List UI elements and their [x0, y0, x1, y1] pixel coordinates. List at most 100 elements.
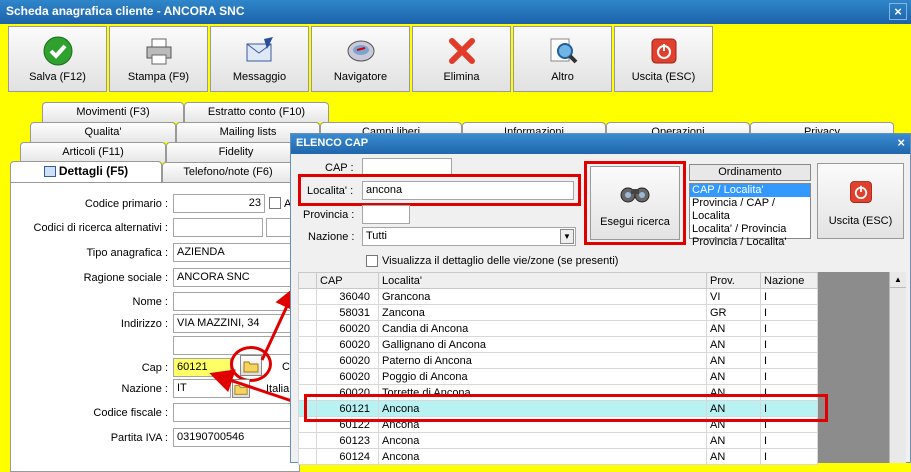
dialog-close-icon[interactable]: ×: [897, 135, 905, 150]
tipo-label: Tipo anagrafica :: [86, 247, 168, 259]
cell-cap: 60020: [316, 320, 379, 337]
search-button[interactable]: Esegui ricerca: [590, 166, 680, 240]
table-row[interactable]: 60020 Torrette di Ancona AN I: [298, 384, 818, 401]
tab-estratto-conto[interactable]: Estratto conto (F10): [184, 102, 329, 122]
grid-header-localita[interactable]: Localita': [378, 272, 707, 289]
dialog-exit-label: Uscita (ESC): [828, 215, 893, 227]
codice-primario-field[interactable]: 23: [173, 194, 265, 213]
codici-alt-field-1[interactable]: [173, 218, 263, 237]
table-row[interactable]: 36040 Grancona VI I: [298, 288, 818, 305]
dialog-nazione-value: Tutti: [366, 230, 387, 242]
table-row[interactable]: 60020 Paterno di Ancona AN I: [298, 352, 818, 369]
ordinamento-option[interactable]: CAP / Localita': [690, 184, 810, 197]
ordinamento-option[interactable]: Provincia / Localita': [690, 236, 810, 249]
chevron-down-icon[interactable]: ▼: [560, 229, 574, 244]
nome-field[interactable]: [173, 292, 292, 311]
cell-prov: AN: [706, 400, 761, 417]
cell-cap: 60124: [316, 448, 379, 465]
table-row[interactable]: 60124 Ancona AN I: [298, 448, 818, 465]
vie-zone-checkbox[interactable]: [366, 255, 378, 267]
grid-header-nazione[interactable]: Nazione: [760, 272, 818, 289]
vie-zone-label: Visualizza il dettaglio delle vie/zone (…: [382, 255, 619, 267]
ordinamento-option[interactable]: Provincia / CAP / Localita: [690, 197, 810, 223]
cell-nazione: I: [760, 288, 818, 305]
table-row[interactable]: 60122 Ancona AN I: [298, 416, 818, 433]
grid-indicator-header: [298, 272, 317, 289]
nome-label: Nome :: [132, 296, 168, 308]
message-button[interactable]: Messaggio: [210, 26, 309, 92]
codice-fiscale-label: Codice fiscale :: [93, 407, 168, 419]
cell-localita: Ancona: [378, 448, 707, 465]
save-label: Salva (F12): [29, 71, 86, 83]
delete-button[interactable]: Elimina: [412, 26, 511, 92]
cap-field[interactable]: 60121: [173, 358, 231, 377]
close-icon[interactable]: ×: [889, 3, 907, 20]
dialog-title: ELENCO CAP: [296, 137, 369, 149]
grid-scrollbar[interactable]: ▲: [889, 272, 906, 463]
nazione-lookup-button[interactable]: [232, 379, 250, 398]
tab-qualita[interactable]: Qualita': [30, 122, 176, 142]
cell-localita: Poggio di Ancona: [378, 368, 707, 385]
a-checkbox[interactable]: [269, 197, 281, 209]
nazione-field[interactable]: IT: [173, 379, 231, 398]
ordinamento-list[interactable]: CAP / Localita' Provincia / CAP / Locali…: [689, 183, 811, 248]
indirizzo-field[interactable]: VIA MAZZINI, 34: [173, 314, 292, 333]
message-label: Messaggio: [232, 71, 287, 83]
codici-alt-field-2[interactable]: [266, 218, 292, 237]
grid-header-row: CAP Localita' Prov. Nazione: [298, 272, 818, 289]
codice-fiscale-field[interactable]: [173, 403, 292, 422]
dialog-exit-button[interactable]: Uscita (ESC): [817, 163, 904, 239]
table-row[interactable]: 58031 Zancona GR I: [298, 304, 818, 321]
cell-localita: Paterno di Ancona: [378, 352, 707, 369]
dialog-localita-field[interactable]: ancona: [362, 181, 574, 200]
codice-primario-label: Codice primario :: [84, 198, 168, 210]
grid-header-prov[interactable]: Prov.: [706, 272, 761, 289]
nazione-label: Nazione :: [121, 383, 168, 395]
tab-articoli[interactable]: Articoli (F11): [20, 142, 166, 162]
tipo-field[interactable]: AZIENDA: [173, 243, 292, 262]
tab-telefono-note[interactable]: Telefono/note (F6): [162, 162, 294, 182]
ordinamento-option[interactable]: Localita' / Provincia: [690, 223, 810, 236]
cell-nazione: I: [760, 304, 818, 321]
indirizzo-field-2[interactable]: [173, 336, 292, 355]
tab-fidelity[interactable]: Fidelity: [166, 142, 306, 162]
table-row[interactable]: 60020 Poggio di Ancona AN I: [298, 368, 818, 385]
dialog-nazione-select[interactable]: Tutti ▼: [362, 227, 576, 246]
grid-header-cap[interactable]: CAP: [316, 272, 379, 289]
delete-icon: [448, 38, 475, 64]
cell-localita: Zancona: [378, 304, 707, 321]
row-indicator: [298, 400, 317, 417]
cell-localita: Candia di Ancona: [378, 320, 707, 337]
table-row[interactable]: 60020 Gallignano di Ancona AN I: [298, 336, 818, 353]
cell-nazione: I: [760, 448, 818, 465]
cell-localita: Gallignano di Ancona: [378, 336, 707, 353]
cap-label: Cap :: [141, 362, 168, 374]
dialog-cap-field[interactable]: [362, 158, 452, 177]
table-row[interactable]: 60020 Candia di Ancona AN I: [298, 320, 818, 337]
partita-iva-field[interactable]: 03190700546: [173, 428, 292, 447]
ragione-field[interactable]: ANCORA SNC: [173, 268, 292, 287]
tab-movimenti[interactable]: Movimenti (F3): [42, 102, 184, 122]
cell-cap: 60020: [316, 384, 379, 401]
table-row[interactable]: 60123 Ancona AN I: [298, 432, 818, 449]
other-button[interactable]: Altro: [513, 26, 612, 92]
navigator-button[interactable]: Navigatore: [311, 26, 410, 92]
mail-icon: [246, 37, 273, 62]
exit-button[interactable]: Uscita (ESC): [614, 26, 713, 92]
cap-lookup-button[interactable]: [240, 355, 262, 376]
dialog-provincia-field[interactable]: [362, 205, 410, 224]
cell-cap: 60020: [316, 368, 379, 385]
cell-nazione: I: [760, 336, 818, 353]
dialog-provincia-label: Provincia :: [303, 209, 355, 221]
save-button[interactable]: Salva (F12): [8, 26, 107, 92]
cell-cap: 60121: [316, 400, 379, 417]
scroll-up-icon[interactable]: ▲: [890, 272, 906, 288]
nazione-extra: Italia: [266, 383, 290, 395]
cell-nazione: I: [760, 368, 818, 385]
window-titlebar: Scheda anagrafica cliente - ANCORA SNC ×: [0, 0, 911, 24]
table-row-selected[interactable]: 60121 Ancona AN I: [298, 400, 818, 417]
print-button[interactable]: Stampa (F9): [109, 26, 208, 92]
cell-nazione: I: [760, 400, 818, 417]
cell-nazione: I: [760, 432, 818, 449]
tab-dettagli[interactable]: Dettagli (F5): [10, 161, 162, 183]
